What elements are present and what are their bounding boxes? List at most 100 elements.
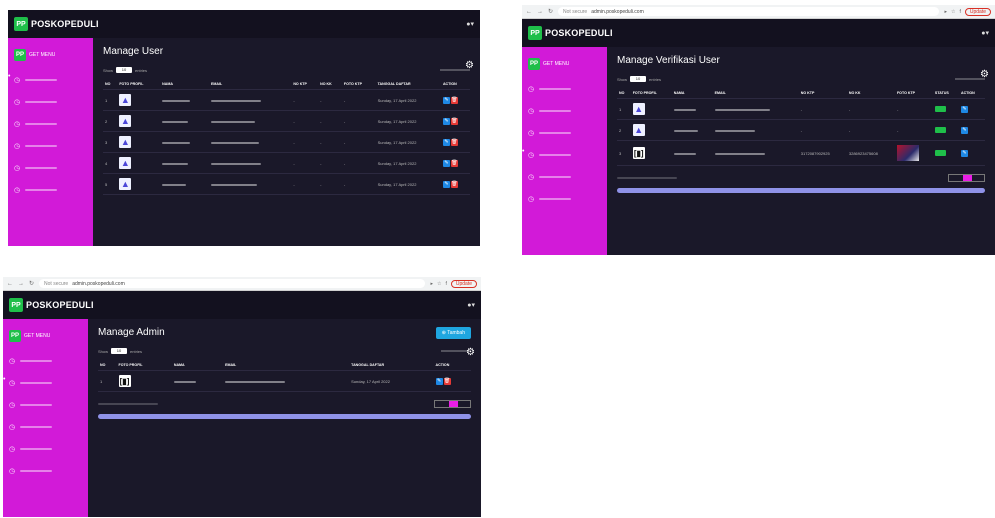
col-nama[interactable]: NAMA — [160, 79, 209, 90]
edit-icon[interactable]: ✎ — [435, 377, 443, 385]
prev-page[interactable] — [435, 401, 449, 407]
sidebar-item-1[interactable]: ◷ — [8, 69, 93, 91]
page-1[interactable] — [963, 175, 973, 181]
gear-icon[interactable]: ⚙ — [466, 347, 475, 358]
sidebar-item-3[interactable]: ◷ — [522, 122, 607, 144]
sidebar-header[interactable]: PP GET MENU — [3, 327, 88, 350]
page-size-select[interactable]: 10 — [630, 76, 647, 82]
col-nama[interactable]: NAMA — [171, 360, 224, 371]
extension-icon[interactable]: ▸ — [944, 9, 947, 15]
sidebar-item-4[interactable]: ◷ — [522, 144, 607, 166]
col-kk[interactable]: NO KK — [318, 79, 342, 90]
back-icon[interactable]: ← — [526, 9, 532, 15]
col-status[interactable]: STATUS — [932, 88, 959, 99]
facebook-icon[interactable]: f — [959, 9, 960, 15]
gear-icon[interactable]: ⚙ — [980, 69, 989, 80]
sidebar-header[interactable]: PP GET MENU — [522, 55, 607, 78]
col-kk[interactable]: NO KK — [846, 88, 895, 99]
star-icon[interactable]: ☆ — [951, 9, 955, 15]
sidebar-header-label: GET MENU — [29, 52, 56, 58]
edit-icon[interactable]: ✎ — [442, 117, 450, 125]
delete-icon[interactable]: 🗑 — [443, 377, 451, 385]
horizontal-scrollbar[interactable] — [617, 188, 985, 193]
nav-icon: ◷ — [528, 108, 535, 115]
user-menu-icon[interactable]: ●▾ — [467, 301, 475, 309]
sidebar-item-2[interactable]: ◷ — [522, 100, 607, 122]
edit-icon[interactable]: ✎ — [442, 180, 450, 188]
col-foto-ktp[interactable]: FOTO KTP — [894, 88, 933, 99]
page-size-select[interactable]: 10 — [116, 67, 133, 73]
col-tanggal[interactable]: TANGGAL DAFTAR — [375, 79, 441, 90]
col-no[interactable]: NO — [103, 79, 118, 90]
sidebar-item-6[interactable]: ◷ — [522, 188, 607, 210]
col-tanggal[interactable]: TANGGAL DAFTAR — [349, 360, 434, 371]
edit-icon[interactable]: ✎ — [960, 149, 968, 157]
delete-icon[interactable]: 🗑 — [450, 117, 458, 125]
update-button[interactable]: Update — [450, 279, 477, 288]
edit-icon[interactable]: ✎ — [442, 138, 450, 146]
sidebar-item-5[interactable]: ◷ — [3, 438, 88, 460]
col-ktp[interactable]: NO KTP — [798, 88, 847, 99]
star-icon[interactable]: ☆ — [437, 281, 441, 287]
next-page[interactable] — [458, 401, 470, 407]
facebook-icon[interactable]: f — [445, 281, 446, 287]
next-page[interactable] — [972, 175, 984, 181]
col-no[interactable]: NO — [98, 360, 117, 371]
page-size-select[interactable]: 10 — [111, 348, 128, 354]
delete-icon[interactable]: 🗑 — [450, 138, 458, 146]
sidebar-item-2[interactable]: ◷ — [3, 372, 88, 394]
address-bar[interactable]: Not secure admin.poskopeduli.com — [39, 279, 426, 288]
extension-icon[interactable]: ▸ — [430, 281, 433, 287]
add-admin-button[interactable]: ⊕ Tambah — [435, 327, 471, 339]
brand[interactable]: PP POSKOPEDULI — [528, 26, 613, 40]
edit-icon[interactable]: ✎ — [960, 105, 968, 113]
horizontal-scrollbar[interactable] — [98, 414, 471, 419]
sidebar-item-2[interactable]: ◷ — [8, 91, 93, 113]
col-nama[interactable]: NAMA — [671, 88, 713, 99]
sidebar-header[interactable]: PP GET MENU — [8, 46, 93, 69]
sidebar-item-1[interactable]: ◷ — [522, 78, 607, 100]
reload-icon[interactable]: ↻ — [548, 8, 553, 15]
col-email[interactable]: EMAIL — [208, 79, 292, 90]
col-foto[interactable]: FOTO PROFIL — [116, 360, 172, 371]
sidebar-item-4[interactable]: ◷ — [3, 416, 88, 438]
page-title: Manage Admin — [98, 327, 165, 338]
sidebar-item-4[interactable]: ◷ — [8, 135, 93, 157]
edit-icon[interactable]: ✎ — [960, 126, 968, 134]
sidebar-item-6[interactable]: ◷ — [3, 460, 88, 482]
sidebar-item-3[interactable]: ◷ — [8, 113, 93, 135]
brand[interactable]: PP POSKOPEDULI — [14, 17, 99, 31]
user-menu-icon[interactable]: ●▾ — [466, 20, 474, 28]
sidebar-item-3[interactable]: ◷ — [3, 394, 88, 416]
col-email[interactable]: EMAIL — [223, 360, 350, 371]
edit-icon[interactable]: ✎ — [442, 159, 450, 167]
delete-icon[interactable]: 🗑 — [450, 180, 458, 188]
edit-icon[interactable]: ✎ — [442, 96, 450, 104]
col-ktp[interactable]: NO KTP — [291, 79, 319, 90]
update-button[interactable]: Update — [964, 7, 991, 16]
delete-icon[interactable]: 🗑 — [450, 159, 458, 167]
forward-icon[interactable]: → — [537, 9, 543, 15]
ktp-photo[interactable] — [896, 145, 919, 161]
sidebar-item-5[interactable]: ◷ — [8, 157, 93, 179]
page-1[interactable] — [449, 401, 459, 407]
col-email[interactable]: EMAIL — [712, 88, 799, 99]
gear-icon[interactable]: ⚙ — [465, 60, 474, 71]
sidebar-item-5[interactable]: ◷ — [522, 166, 607, 188]
col-no[interactable]: NO — [617, 88, 631, 99]
prev-page[interactable] — [949, 175, 963, 181]
sidebar-item-6[interactable]: ◷ — [8, 179, 93, 201]
address-bar[interactable]: Not secure admin.poskopeduli.com — [558, 7, 940, 16]
col-foto[interactable]: FOTO PROFIL — [630, 88, 672, 99]
back-icon[interactable]: ← — [7, 281, 13, 287]
user-menu-icon[interactable]: ●▾ — [981, 29, 989, 37]
entries-label: entries — [130, 348, 143, 354]
brand[interactable]: PP POSKOPEDULI — [9, 298, 94, 312]
reload-icon[interactable]: ↻ — [29, 280, 34, 287]
col-foto-ktp[interactable]: FOTO KTP — [341, 79, 376, 90]
forward-icon[interactable]: → — [18, 281, 24, 287]
delete-icon[interactable]: 🗑 — [450, 96, 458, 104]
sidebar-item-1[interactable]: ◷ — [3, 350, 88, 372]
sidebar: PPGET MENU ◷ ◷ ◷ ◷ ◷ ◷ — [522, 47, 607, 255]
col-foto[interactable]: FOTO PROFIL — [117, 79, 161, 90]
